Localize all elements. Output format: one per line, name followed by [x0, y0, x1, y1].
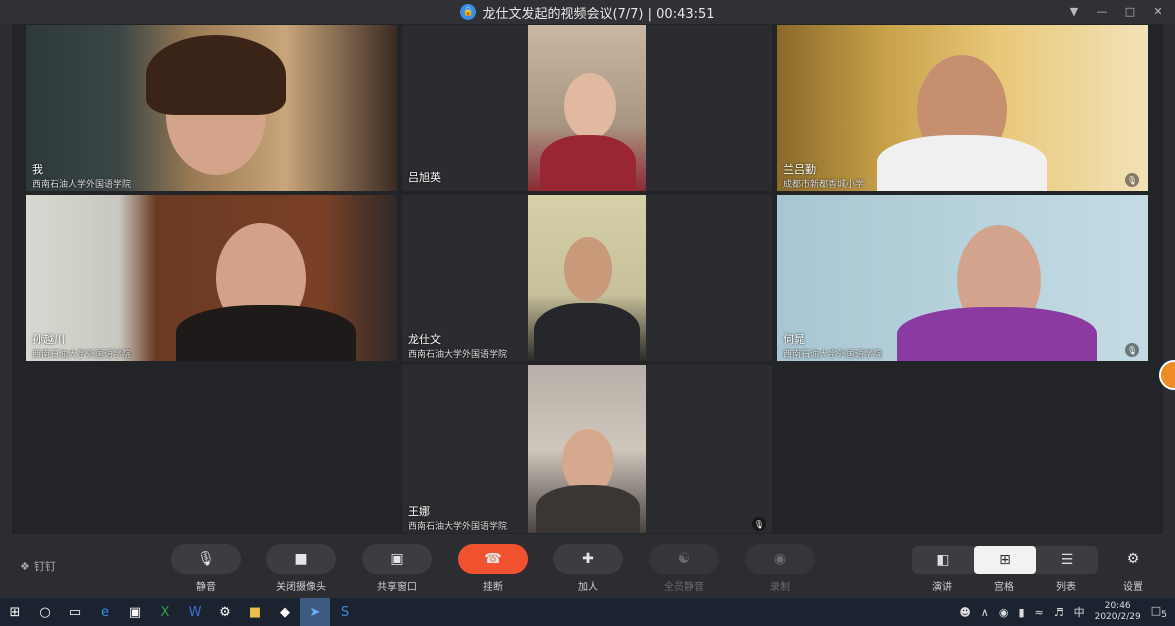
dingtalk-icon: ❖ [20, 559, 30, 573]
os-taskbar: ⊞ ○ ▭ e ▣ X W ⚙ ■ ◆ ➤ S ☻ ∧ ◉ ▮ ≈ ♬ 中 20… [0, 598, 1175, 626]
notification-icon[interactable]: □5 [1151, 604, 1167, 620]
participant-org: 西南石油大学外国语学院 [408, 350, 508, 360]
add-person-label: 加人 [578, 582, 598, 593]
search-icon[interactable]: ○ [30, 598, 60, 626]
lock-icon: 🔒 [460, 4, 477, 20]
participant-name: 我 [32, 163, 43, 176]
participant-org: 西南石油大学外国语学院 [783, 350, 883, 360]
settings-app-icon[interactable]: ⚙ [210, 598, 240, 626]
participant-org: 西南石油大学外国语学院 [408, 522, 508, 532]
windows-start-icon[interactable]: ⊞ [0, 598, 30, 626]
video-feed [777, 195, 1148, 361]
participant-name: 龙仕文 [408, 333, 441, 346]
people-icon[interactable]: ☻ [959, 606, 970, 619]
participant-tile-longshiwen[interactable]: 龙仕文 西南石油大学外国语学院 [402, 195, 772, 361]
volume-icon[interactable]: ♬ [1054, 606, 1064, 619]
system-tray: ☻ ∧ ◉ ▮ ≈ ♬ 中 20:46 2020/2/29 □5 [959, 598, 1175, 626]
video-grid: 我 西南石油人学外国语学院 吕旭英 兰吕勤 成都市新都香城小学 🎙 孙越川 西南… [12, 24, 1163, 548]
add-person-button[interactable]: ✚ [553, 544, 623, 574]
camera-icon: ■ [294, 551, 308, 567]
speaker-view-icon: ◧ [936, 552, 950, 568]
title-bar: 🔒 龙仕文发起的视频会议(7/7) | 00:43:51 ▼ — □ ✕ [0, 0, 1175, 24]
window-title: 龙仕文发起的视频会议(7/7) | 00:43:51 [482, 6, 715, 22]
video-feed [528, 195, 646, 361]
mute-all-label: 全员静音 [664, 582, 704, 593]
microphone-icon: 🎙 [197, 551, 215, 567]
chevron-up-icon[interactable]: ∧ [981, 606, 989, 619]
participant-tile-wangna[interactable]: 王娜 西南石油大学外国语学院 🎙 [402, 365, 772, 533]
meeting-toolbar: ❖ 钉钉 🎙 静音 ■ 关闭摄像头 ▣ 共享窗口 ☎ 挂断 ✚ 加人 ☯ 全员静… [0, 534, 1175, 598]
camera-off-label: 关闭摄像头 [276, 582, 326, 593]
muted-mic-icon: 🎙 [1125, 173, 1139, 187]
record-button[interactable]: ◉ [745, 544, 815, 574]
maximize-icon[interactable]: □ [1123, 2, 1137, 20]
tray-app-icon[interactable]: ◉ [999, 606, 1009, 619]
grid-view-icon: ⊞ [999, 552, 1011, 568]
file-explorer-icon[interactable]: ■ [240, 598, 270, 626]
participant-tile-lanlvqin[interactable]: 兰吕勤 成都市新都香城小学 🎙 [777, 25, 1148, 191]
participant-org: 西南石油人学外国语学院 [32, 180, 132, 190]
hang-up-label: 挂断 [483, 582, 503, 593]
hang-up-icon: ☎ [484, 551, 502, 567]
pin-icon[interactable]: ▼ [1067, 2, 1081, 20]
video-feed [777, 25, 1148, 191]
ime-indicator[interactable]: 中 [1074, 604, 1085, 620]
camera-off-button[interactable]: ■ [266, 544, 336, 574]
participant-name: 王娜 [408, 505, 430, 518]
mute-all-icon: ☯ [677, 551, 691, 567]
muted-mic-icon: 🎙 [752, 517, 766, 531]
battery-icon[interactable]: ▮ [1018, 606, 1024, 619]
dingtalk-app-icon[interactable]: ➤ [300, 598, 330, 626]
paint-app-icon[interactable]: ◆ [270, 598, 300, 626]
participant-org: 成都市新都香城小学 [783, 180, 865, 190]
record-icon: ◉ [773, 551, 787, 567]
settings-button[interactable]: ⚙ [1118, 544, 1148, 574]
task-view-icon[interactable]: ▭ [60, 598, 90, 626]
video-feed [26, 25, 397, 191]
add-person-icon: ✚ [582, 551, 594, 567]
brand-logo: ❖ 钉钉 [20, 559, 56, 574]
participant-tile-me[interactable]: 我 西南石油人学外国语学院 [26, 25, 397, 191]
video-feed [528, 365, 646, 533]
share-screen-icon: ▣ [390, 551, 404, 567]
record-label: 录制 [770, 582, 790, 593]
wifi-icon[interactable]: ≈ [1035, 606, 1044, 619]
edge-browser-icon[interactable]: e [90, 598, 120, 626]
clock[interactable]: 20:46 2020/2/29 [1095, 601, 1141, 623]
mute-button[interactable]: 🎙 [171, 544, 241, 574]
list-view-icon: ☰ [1060, 552, 1074, 568]
participant-tile-lvxuying[interactable]: 吕旭英 [402, 25, 772, 191]
grid-view-button[interactable]: ⊞ [974, 546, 1036, 574]
participant-name: 孙越川 [32, 333, 65, 346]
skype-icon[interactable]: S [330, 598, 360, 626]
word-icon[interactable]: W [180, 598, 210, 626]
muted-mic-icon: 🎙 [1125, 343, 1139, 357]
store-icon[interactable]: ▣ [120, 598, 150, 626]
video-feed [26, 195, 397, 361]
share-window-button[interactable]: ▣ [362, 544, 432, 574]
list-view-button[interactable]: ☰ [1036, 546, 1098, 574]
participant-name: 吕旭英 [408, 171, 441, 184]
participant-org: 西南石油大学外国语学院 [32, 350, 132, 360]
participant-name: 兰吕勤 [783, 163, 816, 176]
video-feed [528, 25, 646, 191]
share-window-label: 共享窗口 [377, 582, 417, 593]
settings-label: 设置 [1123, 582, 1143, 593]
minimize-icon[interactable]: — [1095, 2, 1109, 20]
excel-icon[interactable]: X [150, 598, 180, 626]
speaker-view-button[interactable]: ◧ [912, 546, 974, 574]
mute-label: 静音 [196, 582, 216, 593]
gear-icon: ⚙ [1126, 551, 1140, 567]
participant-name: 何晁 [783, 333, 805, 346]
participant-tile-sunyuechuan[interactable]: 孙越川 西南石油大学外国语学院 [26, 195, 397, 361]
mute-all-button[interactable]: ☯ [649, 544, 719, 574]
participant-tile-hechao[interactable]: 何晁 西南石油大学外国语学院 🎙 [777, 195, 1148, 361]
hang-up-button[interactable]: ☎ [458, 544, 528, 574]
close-icon[interactable]: ✕ [1151, 2, 1165, 20]
view-switcher: ◧ ⊞ ☰ [912, 546, 1098, 574]
